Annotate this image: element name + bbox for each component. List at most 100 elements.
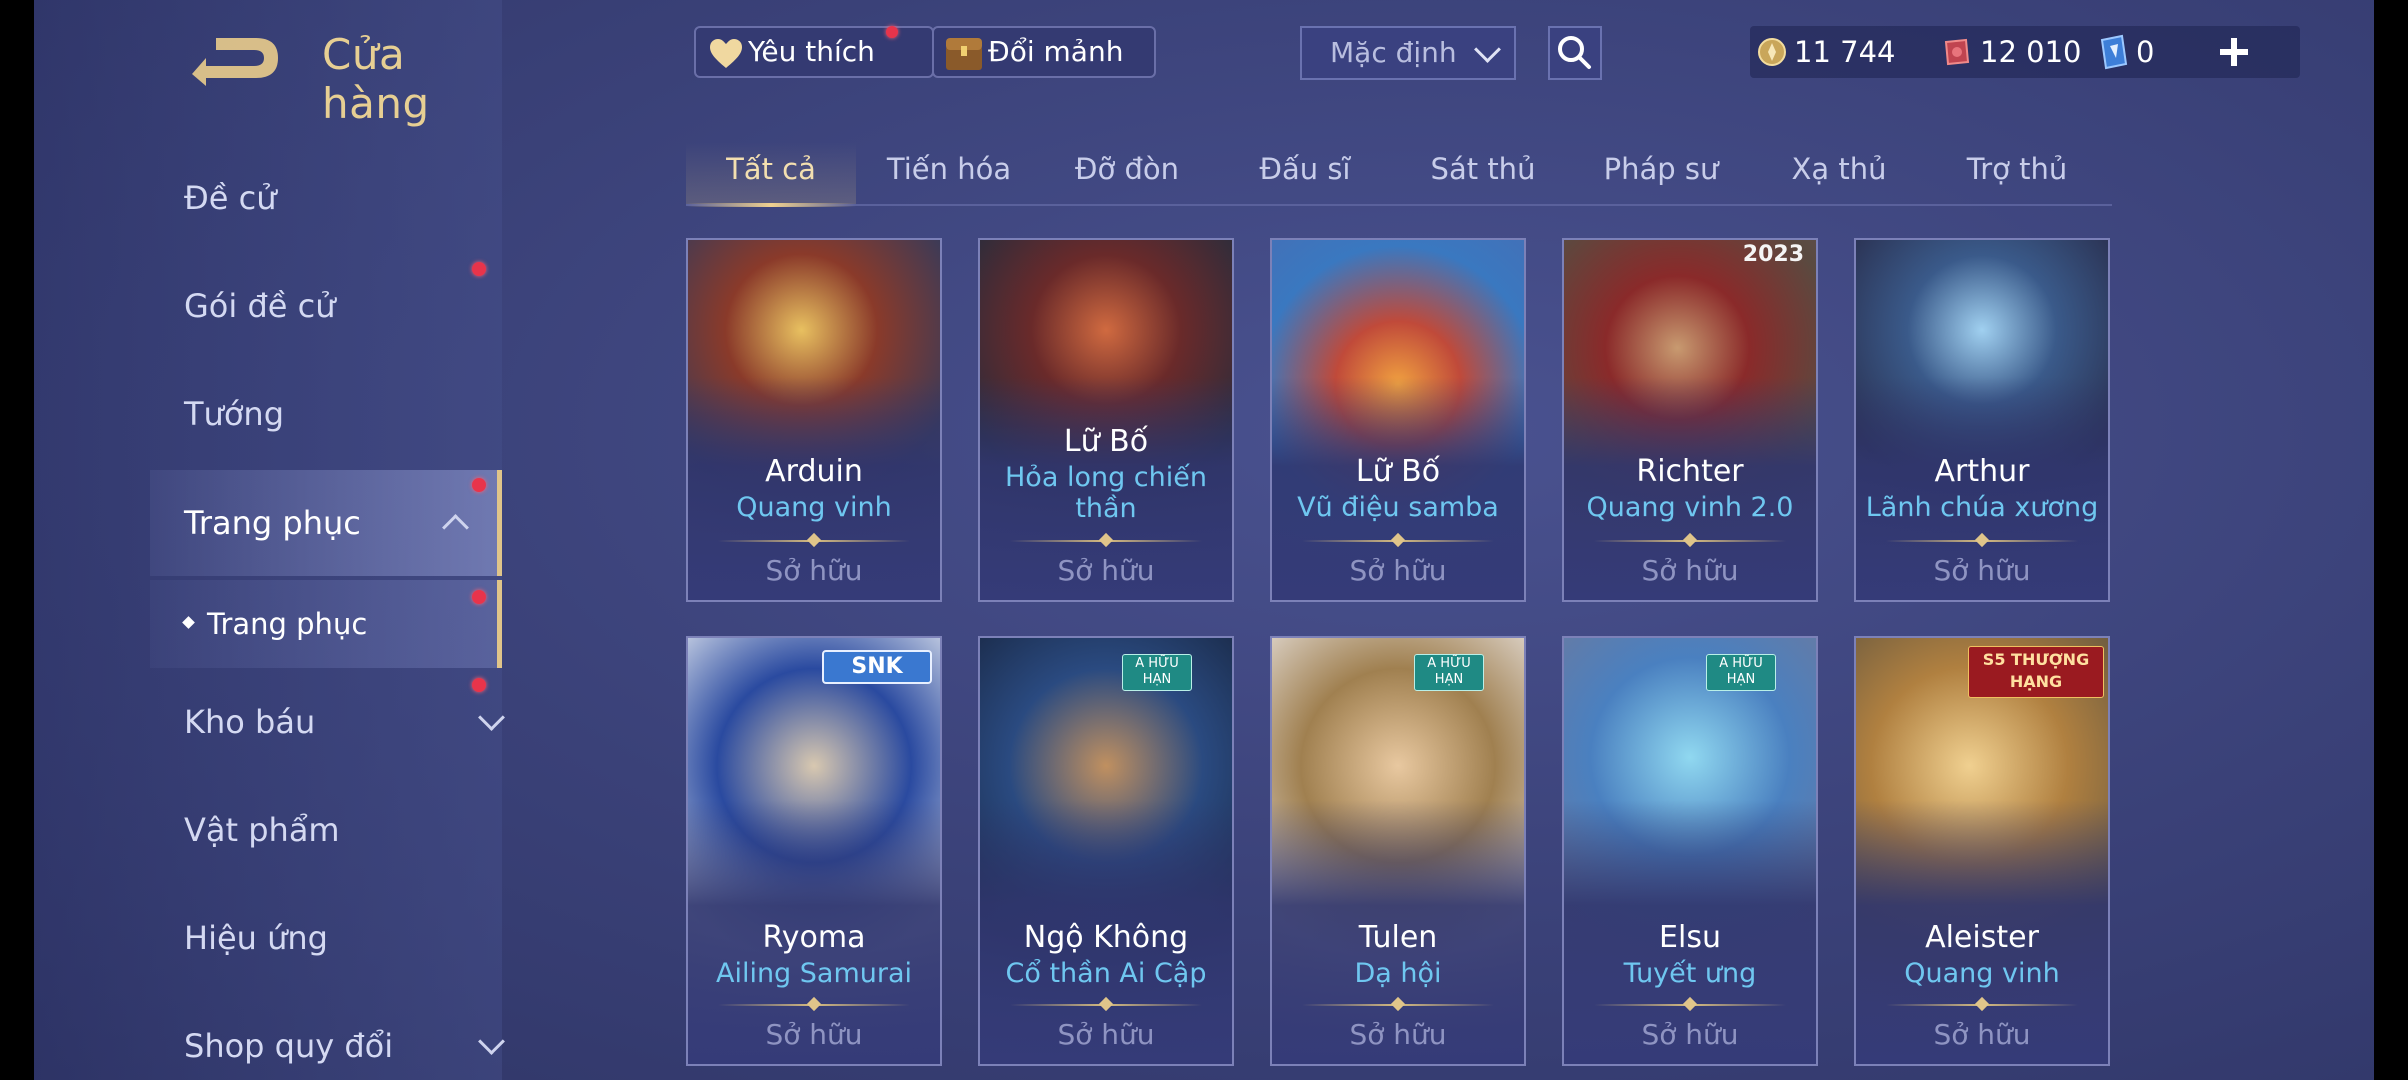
sidebar-item-heroes[interactable]: Tướng xyxy=(184,366,502,462)
limited-badge: A HỮU HẠN xyxy=(1706,654,1776,691)
chevron-down-icon xyxy=(478,1028,505,1055)
skin-name: Vũ điệu samba xyxy=(1297,492,1499,523)
blue-ticket-icon xyxy=(2100,34,2128,70)
chevron-up-icon xyxy=(442,514,469,541)
sidebar-item-label: Tướng xyxy=(184,395,284,433)
owned-status: Sở hữu xyxy=(1933,554,2031,587)
skin-card[interactable]: Arduin Quang vinh Sở hữu xyxy=(686,238,942,602)
voucher-amount: 12 010 xyxy=(1980,35,2082,69)
skin-name: Quang vinh 2.0 xyxy=(1586,492,1794,523)
sidebar-item-items[interactable]: Vật phẩm xyxy=(184,782,502,878)
chevron-down-icon xyxy=(1474,36,1501,63)
tier-badge: S5 THƯỢNG HẠNG xyxy=(1968,646,2104,698)
sidebar-subitem-label: Trang phục xyxy=(207,607,368,641)
owned-status: Sở hữu xyxy=(1641,1018,1739,1051)
diamond-bullet-icon xyxy=(182,615,195,629)
notification-dot xyxy=(472,262,486,276)
search-button[interactable] xyxy=(1548,26,1602,80)
skin-card[interactable]: 2023 Richter Quang vinh 2.0 Sở hữu xyxy=(1562,238,1818,602)
tab-mage[interactable]: Pháp sư xyxy=(1576,142,1746,204)
sidebar-item-recommended[interactable]: Đề cử xyxy=(184,150,502,246)
divider xyxy=(1010,540,1202,542)
tab-tank[interactable]: Đỡ đòn xyxy=(1042,142,1212,204)
heart-icon xyxy=(710,39,742,68)
sidebar-item-skins[interactable]: Trang phục xyxy=(150,470,502,576)
red-voucher-icon xyxy=(1944,38,1970,66)
divider xyxy=(1010,1004,1202,1006)
skin-name: Cổ thần Ai Cập xyxy=(1005,958,1207,989)
skin-card[interactable]: SNK Ryoma Ailing Samurai Sở hữu xyxy=(686,636,942,1066)
gold-amount: 11 744 xyxy=(1794,35,1896,69)
skin-card[interactable]: A HỮU HẠN Elsu Tuyết ưng Sở hữu xyxy=(1562,636,1818,1066)
sort-select-value: Mặc định xyxy=(1330,36,1457,69)
hero-name: Ryoma xyxy=(762,920,866,955)
exchange-shards-button[interactable]: Đổi mảnh xyxy=(932,26,1156,78)
tab-marksman[interactable]: Xạ thủ xyxy=(1754,142,1924,204)
owned-status: Sở hữu xyxy=(1933,1018,2031,1051)
owned-status: Sở hữu xyxy=(1641,554,1739,587)
skin-card[interactable]: Arthur Lãnh chúa xương Sở hữu xyxy=(1854,238,2110,602)
notification-dot xyxy=(472,478,486,492)
notification-dot xyxy=(886,26,898,38)
owned-status: Sở hữu xyxy=(765,1018,863,1051)
category-tabs: Tất cả Tiến hóa Đỡ đòn Đấu sĩ Sát thủ Ph… xyxy=(686,142,2112,207)
notification-dot xyxy=(472,590,486,604)
skin-card[interactable]: A HỮU HẠN Tulen Dạ hội Sở hữu xyxy=(1270,636,1526,1066)
limited-badge: A HỮU HẠN xyxy=(1122,654,1192,691)
divider xyxy=(718,1004,910,1006)
back-button[interactable] xyxy=(184,28,284,88)
divider xyxy=(1594,1004,1786,1006)
skin-name: Tuyết ưng xyxy=(1623,958,1757,989)
sidebar-item-label: Kho báu xyxy=(184,703,316,741)
tab-support[interactable]: Trợ thủ xyxy=(1932,142,2102,204)
sidebar-item-recommended-packs[interactable]: Gói đề cử xyxy=(184,258,502,354)
tab-assassin[interactable]: Sát thủ xyxy=(1398,142,1568,204)
hero-name: Tulen xyxy=(1358,920,1438,955)
tab-warrior[interactable]: Đấu sĩ xyxy=(1220,142,1390,204)
sidebar: Cửa hàng Đề cử Gói đề cử Tướng Trang phụ… xyxy=(34,0,505,1080)
skin-card[interactable]: Lữ Bố Hỏa long chiến thần Sở hữu xyxy=(978,238,1234,602)
hero-name: Ngộ Không xyxy=(1023,920,1189,955)
tab-evolution[interactable]: Tiến hóa xyxy=(864,142,1034,204)
sidebar-item-treasure[interactable]: Kho báu xyxy=(184,674,505,770)
skin-card[interactable]: A HỮU HẠN Ngộ Không Cổ thần Ai Cập Sở hữ… xyxy=(978,636,1234,1066)
hero-name: Lữ Bố xyxy=(1355,454,1441,489)
skin-name: Quang vinh xyxy=(1904,958,2060,989)
hero-name: Arduin xyxy=(765,454,863,489)
skin-card[interactable]: Lữ Bố Vũ điệu samba Sở hữu xyxy=(1270,238,1526,602)
sidebar-item-label: Gói đề cử xyxy=(184,287,336,325)
skin-card[interactable]: S5 THƯỢNG HẠNG Aleister Quang vinh Sở hữ… xyxy=(1854,636,2110,1066)
hero-name: Elsu xyxy=(1659,920,1721,955)
hero-name: Aleister xyxy=(1925,920,2039,955)
limited-badge: A HỮU HẠN xyxy=(1414,654,1484,691)
sidebar-subitem-skins[interactable]: Trang phục xyxy=(150,580,502,668)
gem-amount: 0 xyxy=(2136,35,2155,69)
favorites-label: Yêu thích xyxy=(748,35,875,68)
collab-badge: SNK xyxy=(822,650,932,684)
favorites-button[interactable]: Yêu thích xyxy=(694,26,934,78)
back-arrow-icon xyxy=(192,38,278,86)
divider xyxy=(1886,1004,2078,1006)
skin-name: Dạ hội xyxy=(1354,958,1442,989)
hero-name: Arthur xyxy=(1934,454,2030,489)
divider xyxy=(1886,540,2078,542)
divider xyxy=(718,540,910,542)
event-badge: 2023 xyxy=(1742,242,1804,267)
divider xyxy=(1302,540,1494,542)
tab-all[interactable]: Tất cả xyxy=(686,142,856,207)
sidebar-item-effects[interactable]: Hiệu ứng xyxy=(184,890,502,986)
sort-select[interactable]: Mặc định xyxy=(1300,26,1516,80)
hero-name: Richter xyxy=(1636,454,1744,489)
gold-coin-icon xyxy=(1758,38,1786,66)
sidebar-item-label: Vật phẩm xyxy=(184,811,340,849)
skin-name: Hỏa long chiến thần xyxy=(1005,462,1207,524)
sidebar-item-exchange-shop[interactable]: Shop quy đổi xyxy=(184,998,505,1080)
owned-status: Sở hữu xyxy=(1057,554,1155,587)
owned-status: Sở hữu xyxy=(765,554,863,587)
sidebar-item-label: Hiệu ứng xyxy=(184,919,328,957)
page-title: Cửa hàng xyxy=(322,30,430,128)
shop-screen: Cửa hàng Đề cử Gói đề cử Tướng Trang phụ… xyxy=(34,0,2374,1080)
add-currency-button[interactable] xyxy=(2212,30,2256,74)
chest-icon xyxy=(946,38,982,70)
skin-name: Ailing Samurai xyxy=(715,958,913,989)
